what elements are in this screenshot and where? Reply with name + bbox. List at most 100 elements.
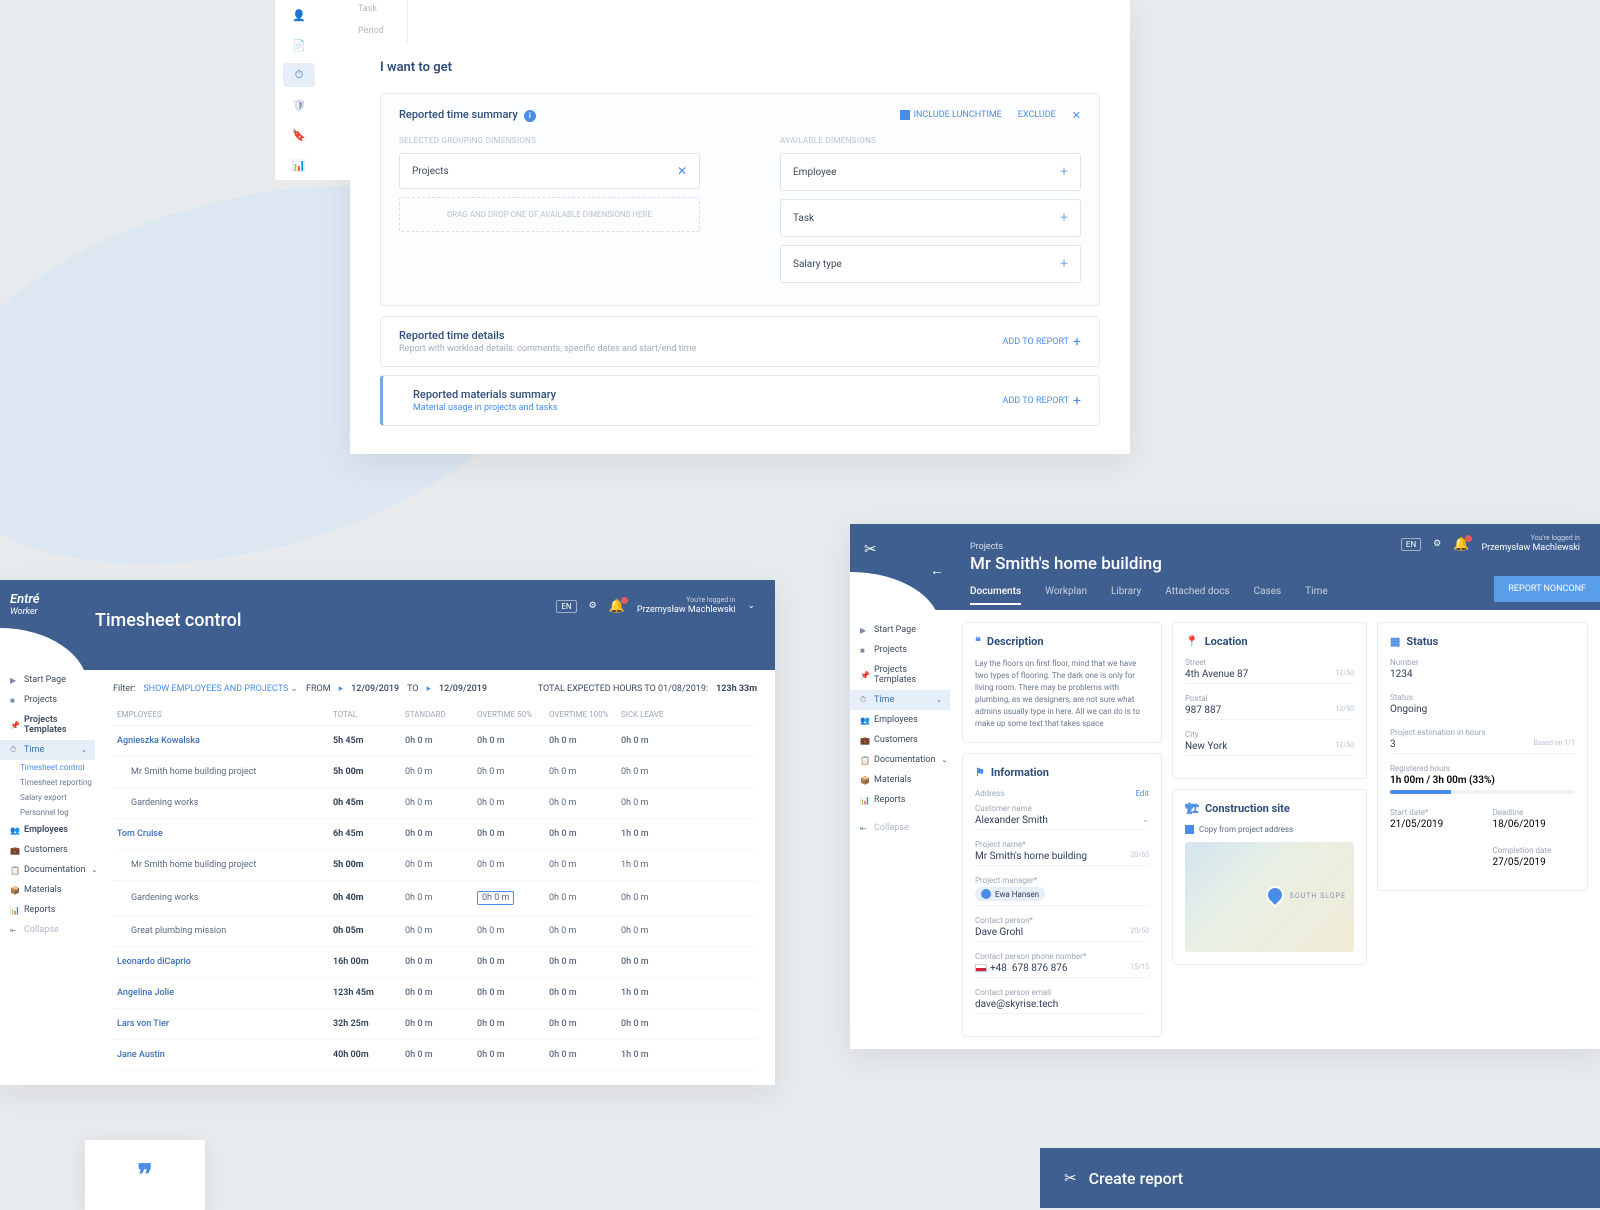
nav-start[interactable]: ▶Start Page (850, 620, 950, 640)
nav-sub-control[interactable]: Timesheet control (0, 760, 95, 775)
chevron-down-icon[interactable]: ⌄ (747, 601, 755, 611)
gear-icon[interactable]: ⚙ (1433, 539, 1441, 549)
available-dim-chip[interactable]: Salary type+ (780, 245, 1081, 283)
add-to-report-button[interactable]: ADD TO REPORT+ (1003, 334, 1081, 350)
create-report-panel[interactable]: ✂ Create report (1040, 1148, 1600, 1208)
to-date[interactable]: 12/09/2019 (439, 684, 487, 694)
materials-section: Reported materials summary Material usag… (380, 375, 1100, 426)
bell-icon[interactable]: 🔔 (609, 599, 625, 614)
copy-address-checkbox[interactable]: Copy from project address (1185, 825, 1354, 834)
street-field[interactable]: 4th Avenue 8712/50 (1185, 669, 1354, 684)
shield-icon[interactable]: 🛡 (283, 93, 315, 117)
drop-zone[interactable]: DRAG AND DROP ONE OF AVAILABLE DIMENSION… (399, 197, 700, 232)
nav-templates[interactable]: 📌Projects Templates (850, 660, 950, 690)
table-row[interactable]: Angelina Jolie123h 45m0h 0 m0h 0 m0h 0 m… (113, 978, 757, 1009)
nav-documentation[interactable]: 📋Documentation⌄ (850, 750, 950, 770)
nav-sub-reporting[interactable]: Timesheet reporting (0, 775, 95, 790)
table-row[interactable]: Leonardo diCaprio16h 00m0h 0 m0h 0 m0h 0… (113, 947, 757, 978)
nav-reports[interactable]: 📊Reports (0, 900, 95, 920)
nav-projects[interactable]: ■Projects (850, 640, 950, 660)
status-card: ▦Status Number1234 StatusOngoing Project… (1377, 622, 1588, 891)
nav-projects[interactable]: ■Projects (0, 690, 95, 710)
project-name-field[interactable]: Mr Smith's home building20/50 (975, 851, 1149, 866)
back-icon[interactable]: ← (930, 562, 944, 579)
postal-field[interactable]: 987 88712/50 (1185, 705, 1354, 720)
table-row[interactable]: Tom Cruise6h 45m0h 0 m0h 0 m0h 0 m1h 0 m (113, 819, 757, 850)
nav-start[interactable]: ▶Start Page (0, 670, 95, 690)
tab-workplan[interactable]: Workplan (1045, 586, 1087, 605)
nav-collapse[interactable]: ⇤Collapse (850, 818, 950, 838)
nav-documentation[interactable]: 📋Documentation⌄ (0, 860, 95, 880)
logo[interactable]: EntréWorker (10, 592, 40, 617)
nav-employees[interactable]: 👥Employees (850, 710, 950, 730)
phone-field[interactable]: +48 678 876 87615/15 (975, 963, 1149, 978)
col-header: STANDARD (405, 710, 477, 719)
tab-task[interactable]: Task (350, 0, 407, 22)
sidebar: ▶Start Page ■Projects 📌Projects Template… (0, 670, 95, 940)
table-row[interactable]: Mr Smith home building project5h 00m0h 0… (113, 850, 757, 881)
gear-icon[interactable]: ⚙ (589, 601, 597, 611)
user-icon[interactable]: 👤 (283, 3, 315, 27)
chart-icon[interactable]: 📊 (283, 153, 315, 177)
report-nonconformity-button[interactable]: REPORT NONCONF (1494, 576, 1600, 602)
pm-field[interactable]: Ewa Hansen (975, 887, 1149, 906)
map[interactable]: SOUTH SLOPE (1185, 842, 1354, 952)
tab-library[interactable]: Library (1111, 586, 1141, 605)
user-menu[interactable]: You're logged in Przemysław Machlewski (1481, 534, 1580, 555)
table-row[interactable]: Gardening works0h 45m0h 0 m0h 0 m0h 0 m0… (113, 788, 757, 819)
remove-icon[interactable]: ✕ (677, 164, 687, 178)
customer-field[interactable]: Alexander Smith⌄ (975, 815, 1149, 830)
nav-materials[interactable]: 📦Materials (0, 880, 95, 900)
tab-time[interactable]: Time (1305, 586, 1327, 605)
add-icon[interactable]: + (1060, 256, 1068, 272)
include-lunch-checkbox[interactable]: INCLUDE LUNCHTIME (900, 110, 1002, 120)
total-label: TOTAL EXPECTED HOURS TO 01/08/2019: (538, 684, 708, 694)
close-icon[interactable]: ✕ (1072, 109, 1081, 122)
tab-period[interactable]: Period (350, 22, 407, 44)
nav-materials[interactable]: 📦Materials (850, 770, 950, 790)
table-row[interactable]: Great plumbing mission0h 05m0h 0 m0h 0 m… (113, 916, 757, 947)
lang-toggle[interactable]: EN (556, 600, 576, 613)
email-field[interactable]: dave@skyrise.tech (975, 999, 1149, 1014)
info-icon[interactable]: i (524, 110, 536, 122)
contact-field[interactable]: Dave Grohl20/50 (975, 927, 1149, 942)
bookmark-icon[interactable]: 🔖 (283, 123, 315, 147)
table-row[interactable]: Jane Austin40h 00m0h 0 m0h 0 m0h 0 m1h 0… (113, 1040, 757, 1071)
city-field[interactable]: New York12/50 (1185, 741, 1354, 756)
bell-icon[interactable]: 🔔 (1453, 537, 1469, 552)
logo-icon[interactable]: ✂ (864, 540, 877, 558)
table-row[interactable]: Mr Smith home building project5h 00m0h 0… (113, 757, 757, 788)
tab-documents[interactable]: Documents (970, 586, 1021, 605)
timesheet-content: Filter: SHOW EMPLOYEES AND PROJECTS ⌄ FR… (95, 670, 775, 1085)
add-icon[interactable]: + (1060, 210, 1068, 226)
clock-icon[interactable]: ⏱ (283, 63, 315, 87)
nav-time[interactable]: ⏱Time⌄ (850, 690, 950, 710)
nav-templates[interactable]: 📌Projects Templates (0, 710, 95, 740)
nav-collapse[interactable]: ⇤Collapse (0, 920, 95, 940)
table-row[interactable]: Lars von Tier32h 25m0h 0 m0h 0 m0h 0 m0h… (113, 1009, 757, 1040)
available-dim-chip[interactable]: Task+ (780, 199, 1081, 237)
edit-link[interactable]: Edit (1135, 789, 1149, 798)
selected-dim-chip[interactable]: Projects✕ (399, 153, 700, 189)
nav-sub-personnel[interactable]: Personnel log (0, 805, 95, 820)
table-row[interactable]: Gardening works0h 40m0h 0 m0h 0 m0h 0 m0… (113, 881, 757, 916)
nav-customers[interactable]: 💼Customers (850, 730, 950, 750)
add-to-report-button[interactable]: ADD TO REPORT+ (1003, 393, 1081, 409)
available-dim-chip[interactable]: Employee+ (780, 153, 1081, 191)
filter-show[interactable]: SHOW EMPLOYEES AND PROJECTS ⌄ (143, 684, 298, 694)
nav-employees[interactable]: 👥Employees (0, 820, 95, 840)
nav-customers[interactable]: 💼Customers (0, 840, 95, 860)
lang-toggle[interactable]: EN (1401, 538, 1421, 551)
nav-reports[interactable]: 📊Reports (850, 790, 950, 810)
estimation-field[interactable]: 3Based on 1/1 (1390, 739, 1575, 754)
from-date[interactable]: 12/09/2019 (351, 684, 399, 694)
table-row[interactable]: Agnieszka Kowalska5h 45m0h 0 m0h 0 m0h 0… (113, 726, 757, 757)
doc-icon[interactable]: 📄 (283, 33, 315, 57)
nav-sub-salary[interactable]: Salary export (0, 790, 95, 805)
tab-cases[interactable]: Cases (1254, 586, 1282, 605)
exclude-link[interactable]: EXCLUDE (1018, 110, 1056, 120)
user-menu[interactable]: You're logged in Przemysław Machlewski (637, 596, 736, 617)
nav-time[interactable]: ⏱Time⌄ (0, 740, 95, 760)
tab-attached[interactable]: Attached docs (1165, 586, 1229, 605)
add-icon[interactable]: + (1060, 164, 1068, 180)
